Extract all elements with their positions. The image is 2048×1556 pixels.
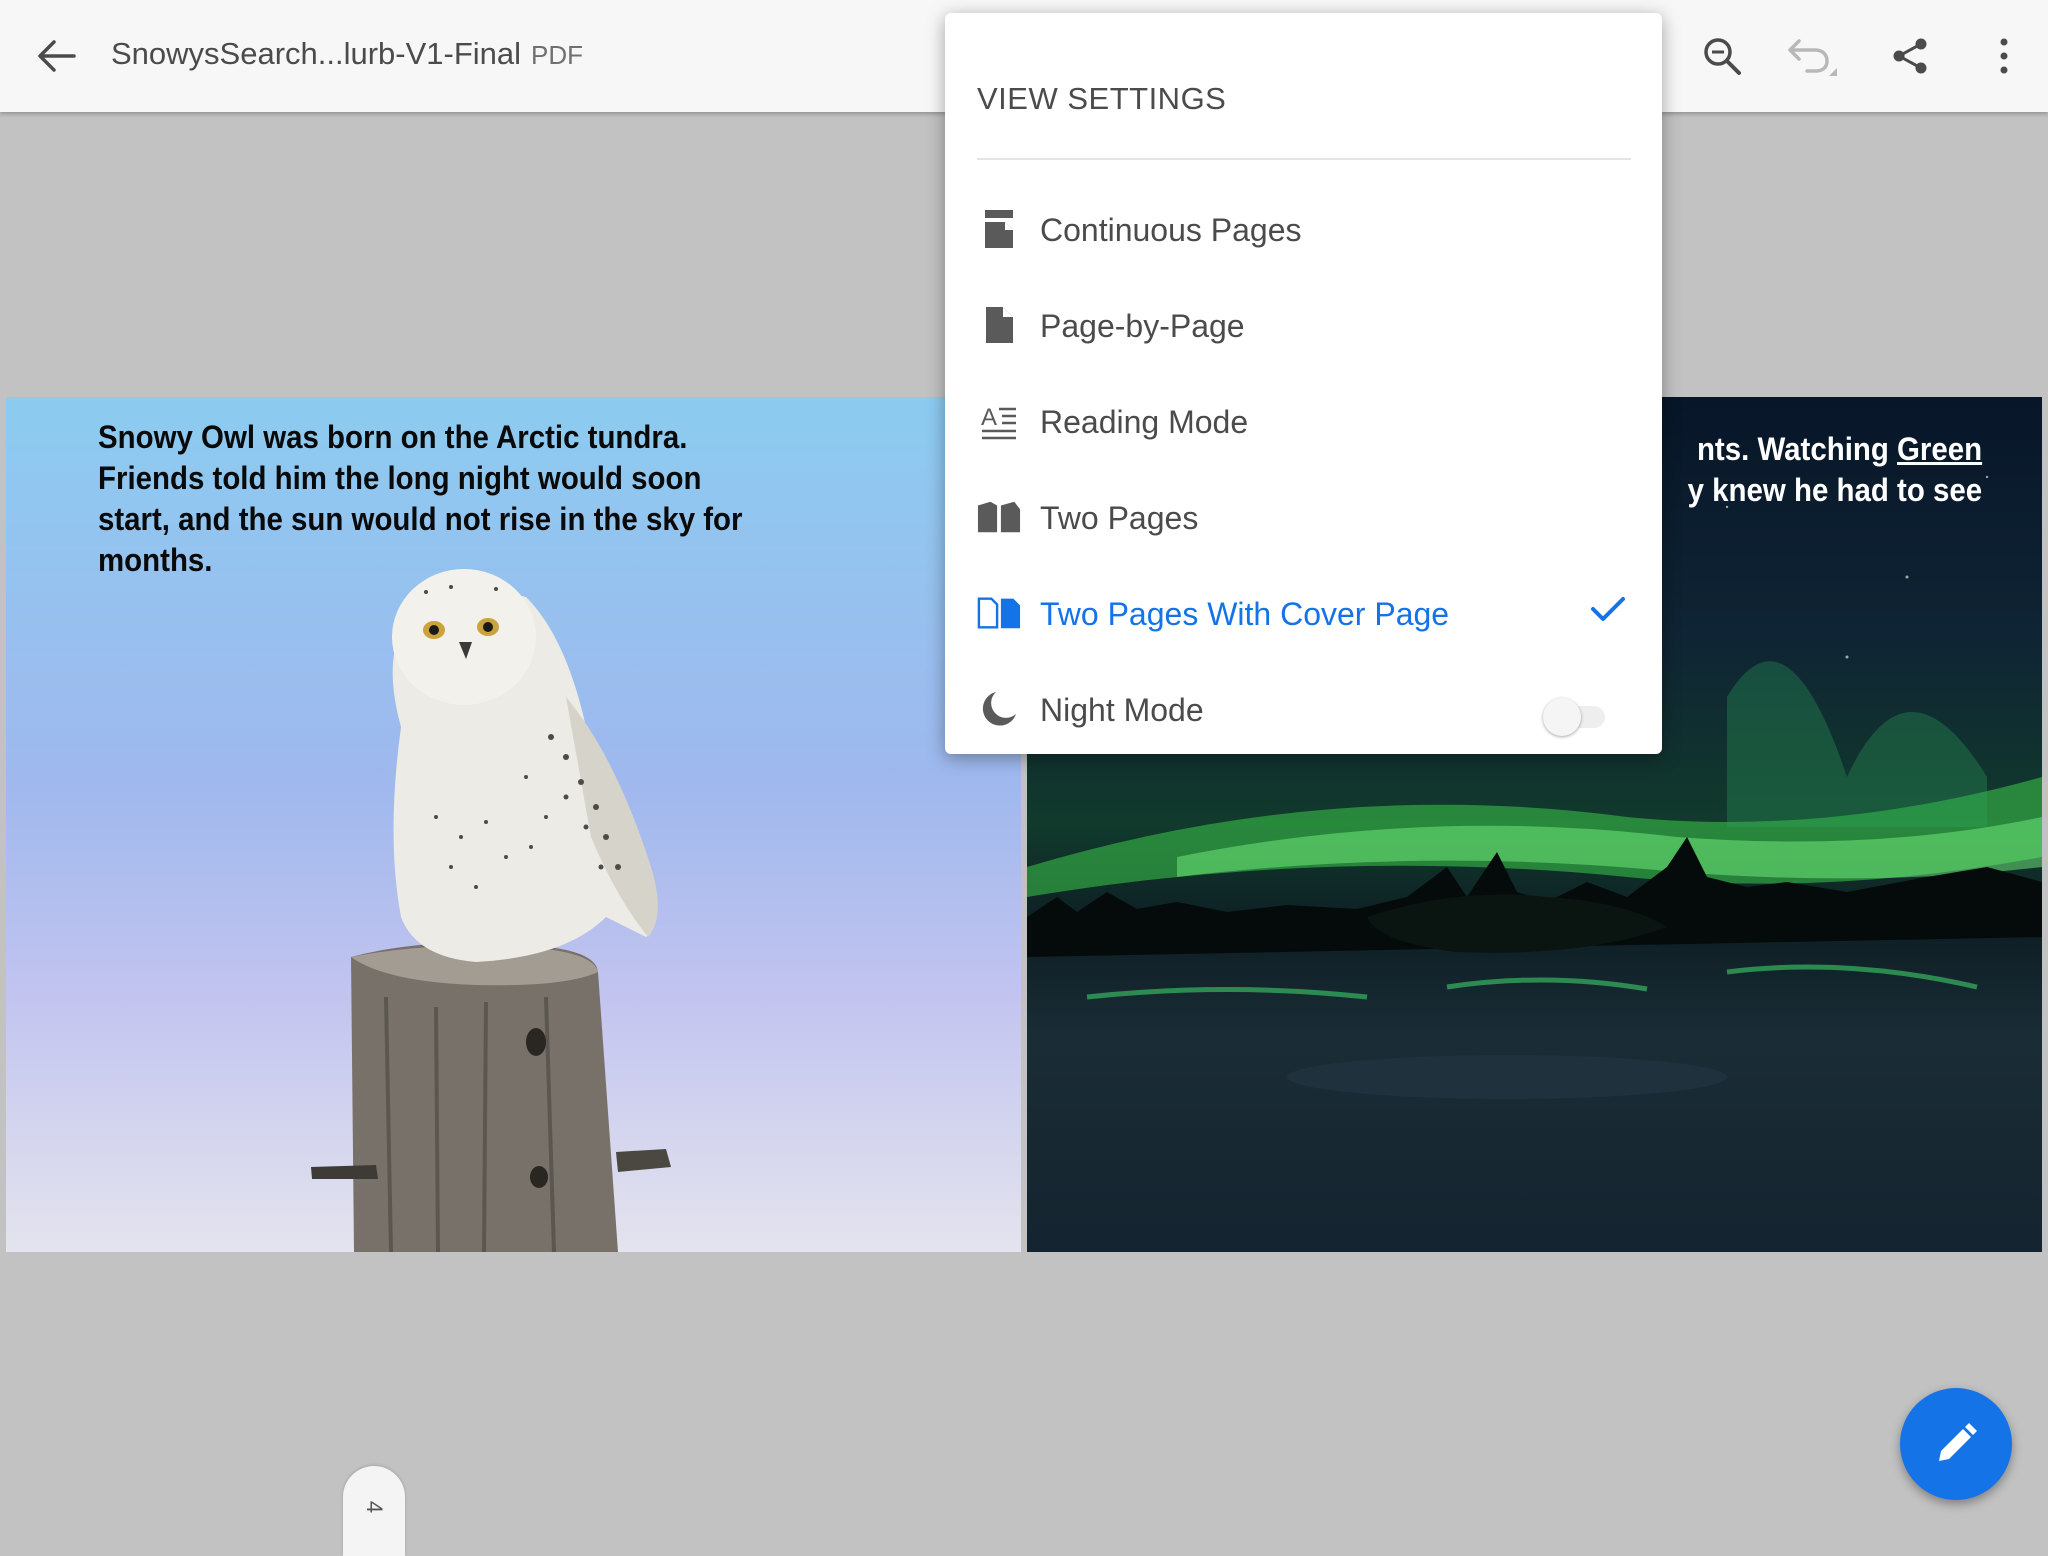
reading-mode-icon: A	[981, 404, 1016, 440]
snowy-owl-illustration	[311, 569, 671, 1252]
option-two-pages-with-cover[interactable]: Two Pages With Cover Page	[945, 569, 1662, 659]
page-icon	[986, 307, 1013, 343]
option-reading-mode[interactable]: A Reading Mode	[945, 377, 1662, 467]
document-page-left[interactable]: Snowy Owl was born on the Arctic tundra.…	[6, 397, 1021, 1252]
back-arrow-icon	[38, 40, 76, 72]
share-button[interactable]	[1882, 28, 1938, 84]
option-label: Reading Mode	[1040, 404, 1249, 440]
night-mode-toggle[interactable]	[1543, 698, 1609, 736]
option-label: Two Pages	[1040, 500, 1199, 536]
more-vertical-icon	[2000, 38, 2008, 74]
page-number-indicator[interactable]: 4	[343, 1466, 405, 1556]
option-night-mode[interactable]: Night Mode	[945, 665, 1662, 755]
checkmark-icon	[1591, 597, 1625, 621]
undo-icon	[1788, 39, 1837, 76]
document-type-label: PDF	[531, 40, 583, 70]
option-page-by-page[interactable]: Page-by-Page	[945, 281, 1662, 371]
two-pages-icon	[977, 501, 1021, 533]
option-label: Page-by-Page	[1040, 308, 1245, 344]
svg-text:A: A	[981, 404, 997, 431]
page-text-right: nts. Watching Green y knew he had to see	[1687, 429, 1982, 511]
glossary-link-green[interactable]: Green	[1897, 431, 1982, 467]
page-text-right-line1: nts. Watching	[1696, 431, 1897, 467]
pencil-icon	[1939, 1423, 1977, 1461]
moon-icon	[982, 692, 1016, 726]
view-settings-menu: VIEW SETTINGS Continuous Pages Page-by-P…	[945, 13, 1662, 754]
continuous-pages-icon	[985, 210, 1013, 248]
share-icon	[1893, 38, 1927, 74]
more-options-button[interactable]	[1976, 28, 2032, 84]
search-icon	[1704, 38, 1741, 75]
two-pages-cover-icon	[977, 597, 1021, 629]
page-number: 4	[362, 1500, 387, 1514]
menu-divider	[977, 158, 1631, 160]
view-settings-title: VIEW SETTINGS	[977, 81, 1227, 116]
document-title: SnowysSearch...lurb-V1-Final	[111, 36, 522, 71]
back-button[interactable]	[30, 30, 82, 82]
option-label: Two Pages With Cover Page	[1040, 596, 1450, 632]
edit-button[interactable]	[1900, 1388, 2012, 1500]
toggle-knob	[1543, 698, 1581, 736]
option-label: Night Mode	[1040, 692, 1204, 728]
undo-button[interactable]	[1784, 28, 1840, 84]
page-text-right-line2: y knew he had to see	[1687, 472, 1982, 508]
option-two-pages[interactable]: Two Pages	[945, 473, 1662, 563]
option-continuous-pages[interactable]: Continuous Pages	[945, 185, 1662, 275]
search-button[interactable]	[1694, 28, 1750, 84]
option-label: Continuous Pages	[1040, 212, 1302, 248]
